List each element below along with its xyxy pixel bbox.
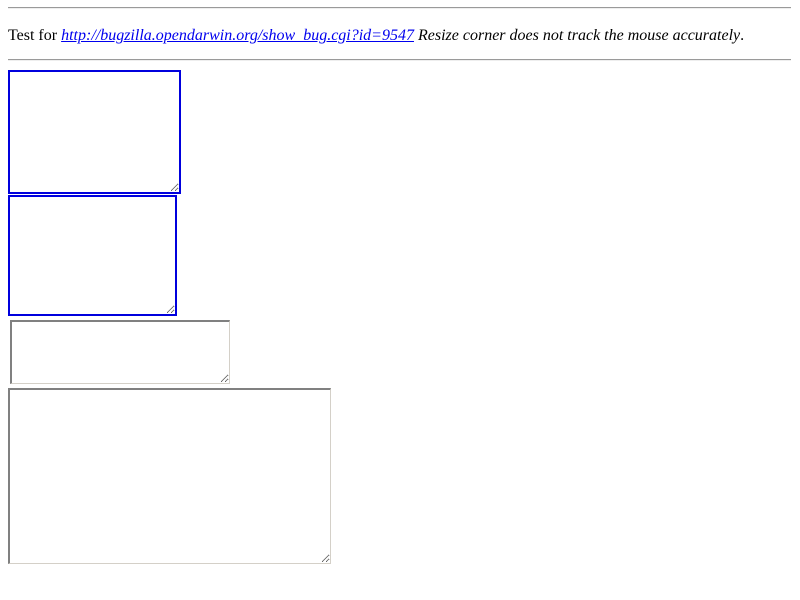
test-description: Test for http://bugzilla.opendarwin.org/… xyxy=(8,26,744,46)
horizontal-rule-top xyxy=(8,7,791,9)
resizable-textarea-3[interactable] xyxy=(10,320,230,384)
resizable-textarea-2[interactable] xyxy=(8,195,177,316)
horizontal-rule-bottom xyxy=(8,59,791,61)
test-prefix: Test for xyxy=(8,27,62,44)
test-suffix: . xyxy=(740,27,745,44)
bug-title: Resize corner does not track the mouse a… xyxy=(413,27,741,44)
resizable-textarea-1[interactable] xyxy=(8,70,181,194)
resizable-textarea-4[interactable] xyxy=(8,388,331,564)
bug-link[interactable]: http://bugzilla.opendarwin.org/show_bug.… xyxy=(61,27,414,44)
